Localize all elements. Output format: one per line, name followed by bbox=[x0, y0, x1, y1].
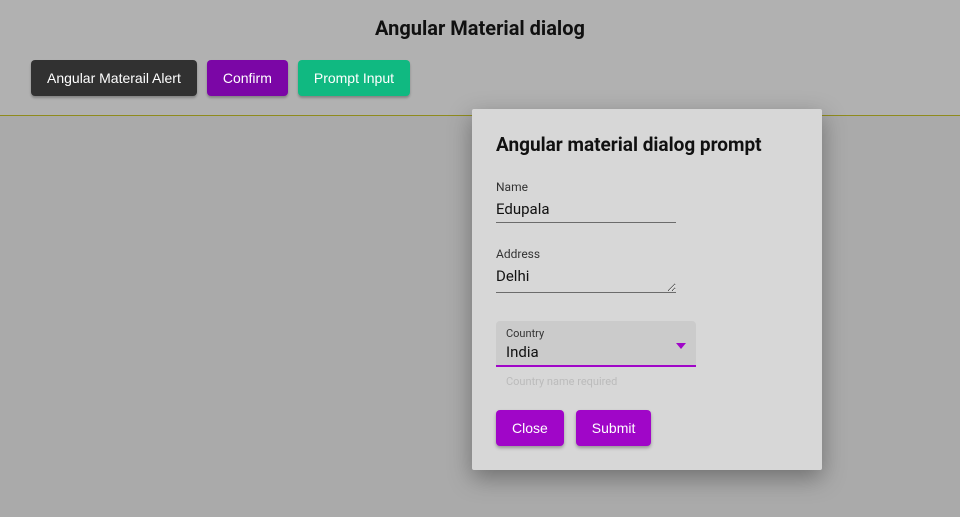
address-label: Address bbox=[496, 247, 798, 261]
close-button[interactable]: Close bbox=[496, 410, 564, 446]
name-input[interactable] bbox=[496, 198, 676, 223]
chevron-down-icon bbox=[676, 343, 686, 349]
name-label: Name bbox=[496, 180, 798, 194]
button-row: Angular Materail Alert Confirm Prompt In… bbox=[31, 60, 410, 96]
country-field: Country India Country name required bbox=[496, 321, 798, 388]
address-input[interactable] bbox=[496, 265, 676, 293]
prompt-dialog: Angular material dialog prompt Name Addr… bbox=[472, 109, 822, 470]
confirm-button[interactable]: Confirm bbox=[207, 60, 288, 96]
country-label: Country bbox=[506, 327, 686, 340]
address-field: Address bbox=[496, 247, 798, 297]
submit-button[interactable]: Submit bbox=[576, 410, 652, 446]
country-value: India bbox=[506, 343, 539, 361]
dialog-actions: Close Submit bbox=[496, 410, 798, 446]
country-hint: Country name required bbox=[506, 375, 798, 388]
name-field: Name bbox=[496, 180, 798, 223]
page-title: Angular Material dialog bbox=[0, 16, 960, 40]
dialog-title: Angular material dialog prompt bbox=[496, 133, 798, 156]
country-select[interactable]: Country India bbox=[496, 321, 696, 367]
prompt-input-button[interactable]: Prompt Input bbox=[298, 60, 410, 96]
alert-button[interactable]: Angular Materail Alert bbox=[31, 60, 197, 96]
top-panel: Angular Material dialog Angular Materail… bbox=[0, 0, 960, 116]
